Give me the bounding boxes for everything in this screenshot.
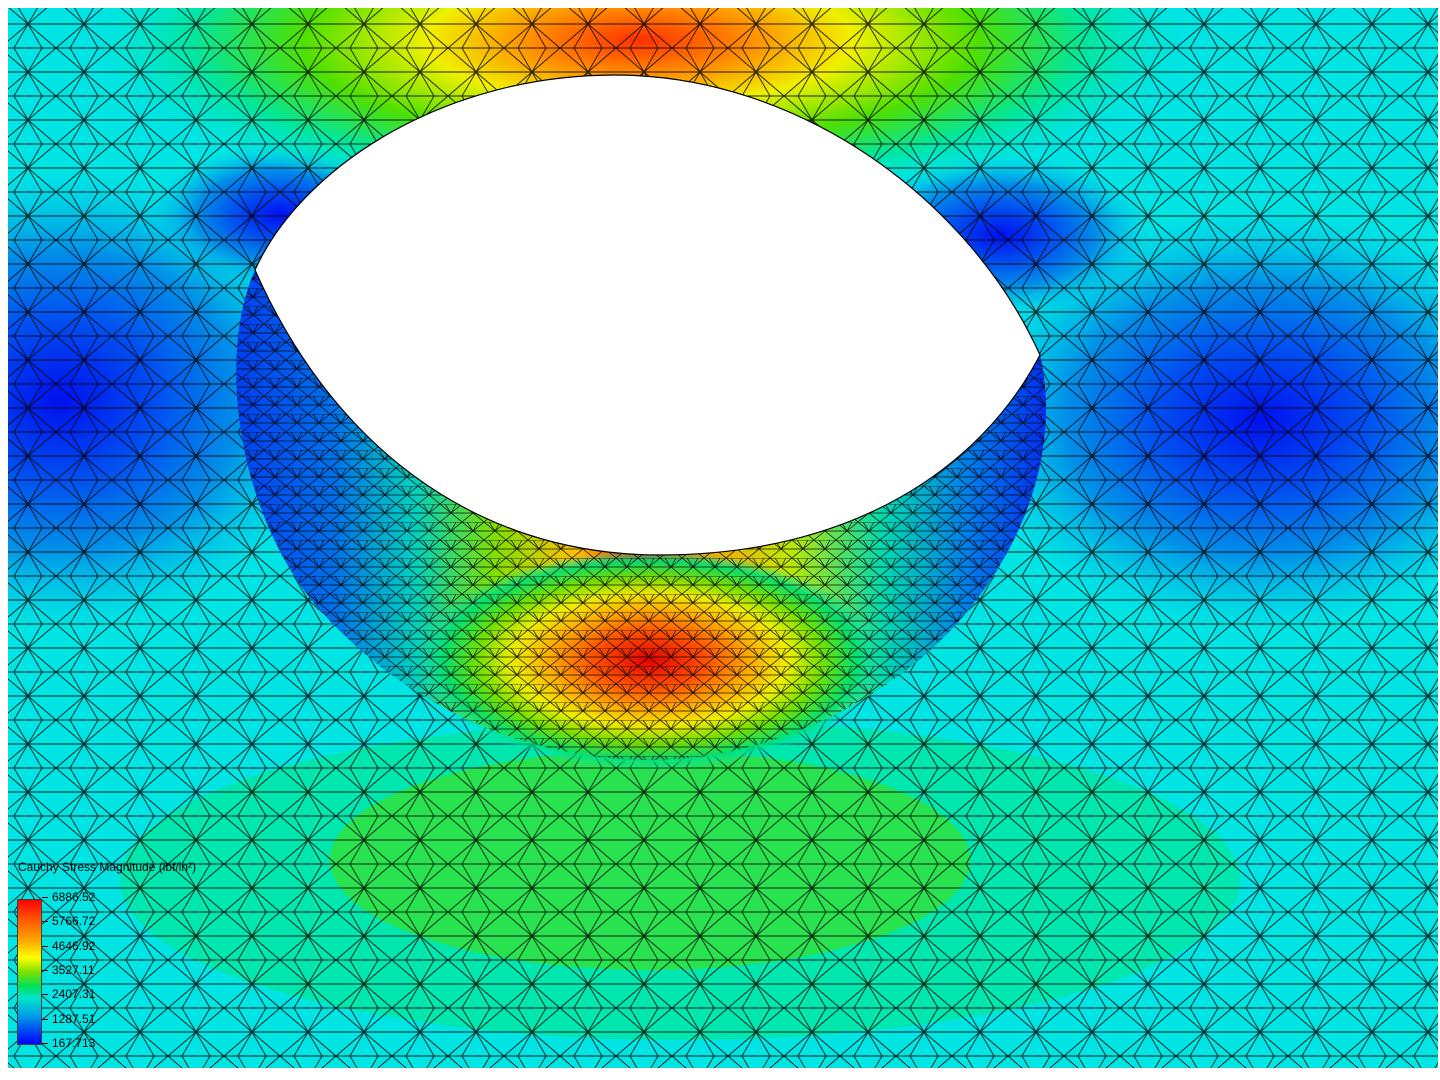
fea-viewport[interactable]: Cauchy Stress Magnitude (lbf/in²) 6886.5… — [0, 0, 1440, 1080]
legend-label: 3527.11 — [52, 963, 95, 977]
legend-label: 2407.31 — [52, 987, 96, 1002]
legend-tick — [42, 970, 48, 971]
legend-tick — [42, 945, 48, 947]
legend-tick — [42, 1018, 48, 1020]
legend-label: 167.713 — [52, 1036, 96, 1050]
stress-contour-plot[interactable] — [0, 0, 1440, 1080]
legend-label: 6886.52 — [52, 890, 96, 904]
legend-title: Cauchy Stress Magnitude (lbf/in²) — [18, 860, 197, 874]
legend-tick — [42, 994, 48, 996]
legend-tick — [42, 897, 48, 898]
legend-tick — [42, 921, 48, 923]
color-scale-bar — [17, 899, 42, 1045]
legend-label: 4646.92 — [52, 938, 96, 953]
legend-label: 1287.51 — [52, 1011, 96, 1026]
legend-label: 5766.72 — [52, 914, 96, 929]
legend-tick — [42, 1043, 48, 1044]
